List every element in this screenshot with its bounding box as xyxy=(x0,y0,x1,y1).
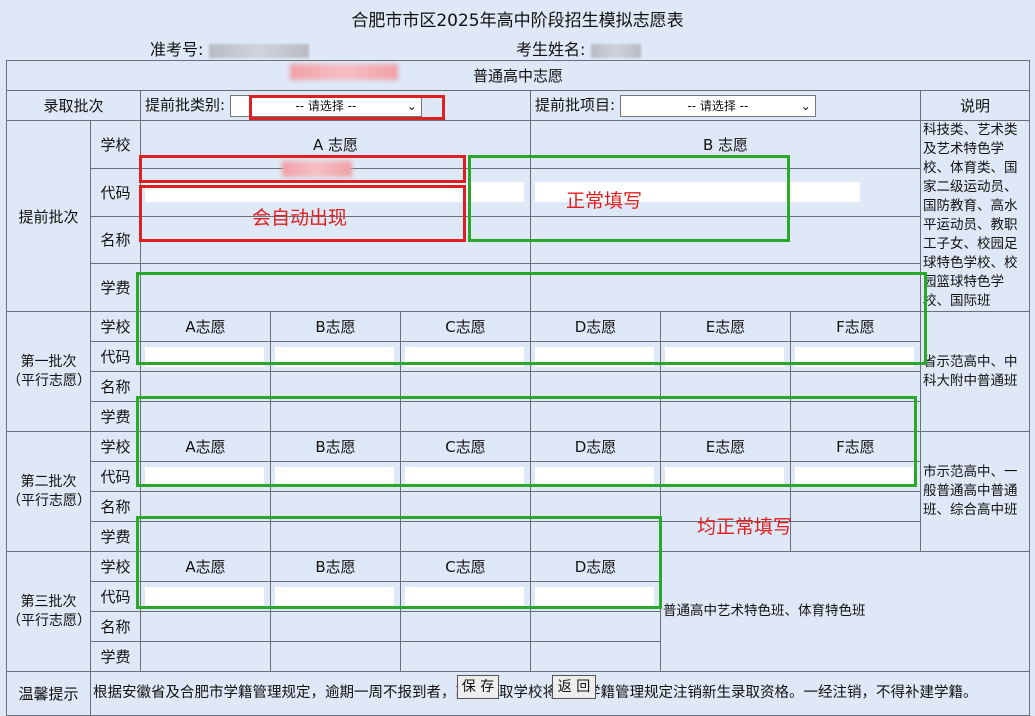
second-c-code-input[interactable] xyxy=(405,466,524,487)
second-a-code-input[interactable] xyxy=(145,466,264,487)
early-a-code-input[interactable] xyxy=(145,182,524,203)
first-d-code-input[interactable] xyxy=(535,346,654,367)
early-batch-note: 科技类、艺术类及艺术特色学校、体育类、国家二级运动员、国防教育、高水平运动员、教… xyxy=(919,120,1031,312)
redacted-text xyxy=(290,64,398,80)
third-a-code-input[interactable] xyxy=(145,586,264,607)
first-batch-note: 省示范高中、中科大附中普通班 xyxy=(919,311,1031,432)
first-e-code-input[interactable] xyxy=(665,346,784,367)
application-form: 普通高中志愿 录取批次 提前批类别: -- 请选择 -- ⌄ 提前批项目: -- … xyxy=(5,60,1031,716)
third-batch-label: 第三批次（平行志愿） xyxy=(6,551,91,672)
form-header: 普通高中志愿 xyxy=(5,60,1031,91)
annotation-all-normal: 均正常填写 xyxy=(697,516,793,538)
explain-header: 说明 xyxy=(919,90,1031,121)
early-choice-b-header: B 志愿 xyxy=(530,120,921,169)
early-b-fee xyxy=(530,263,921,312)
annotation-normal: 正常填写 xyxy=(566,190,643,212)
second-e-code-input[interactable] xyxy=(665,466,784,487)
early-item-label: 提前批项目: xyxy=(535,96,616,115)
back-button[interactable]: 返 回 xyxy=(552,675,596,699)
early-type-select[interactable]: -- 请选择 -- ⌄ xyxy=(229,94,422,117)
early-type-label: 提前批类别: xyxy=(145,96,226,115)
exam-number-redacted xyxy=(208,43,309,58)
second-f-code-input[interactable] xyxy=(795,466,914,487)
first-c-code-input[interactable] xyxy=(405,346,524,367)
student-name-redacted xyxy=(590,43,641,58)
batch-label: 录取批次 xyxy=(6,90,141,121)
tip-label: 温馨提示 xyxy=(6,671,91,716)
chevron-down-icon: ⌄ xyxy=(800,98,811,113)
early-item-select[interactable]: -- 请选择 -- ⌄ xyxy=(619,94,816,117)
third-b-code-input[interactable] xyxy=(275,586,394,607)
third-d-code-input[interactable] xyxy=(535,586,654,607)
save-button[interactable]: 保 存 xyxy=(457,675,499,699)
chevron-down-icon: ⌄ xyxy=(406,98,417,113)
third-c-code-input[interactable] xyxy=(405,586,524,607)
exam-number: 准考号: xyxy=(150,36,309,60)
first-a-code-input[interactable] xyxy=(145,346,264,367)
early-a-fee xyxy=(140,263,531,312)
second-batch-note: 市示范高中、一般普通高中普通班、综合高中班 xyxy=(919,431,1031,552)
page-title: 合肥市市区2025年高中阶段招生模拟志愿表 xyxy=(351,11,684,31)
second-b-code-input[interactable] xyxy=(275,466,394,487)
redacted-text xyxy=(282,161,352,177)
third-batch-note: 普通高中艺术特色班、体育特色班 xyxy=(659,551,1031,672)
student-name: 考生姓名: xyxy=(516,36,641,60)
second-batch-label: 第二批次（平行志愿） xyxy=(6,431,91,552)
early-b-name xyxy=(530,215,921,265)
second-d-code-input[interactable] xyxy=(535,466,654,487)
first-batch-label: 第一批次（平行志愿） xyxy=(6,311,91,432)
early-batch-label: 提前批次 xyxy=(6,120,91,312)
first-f-code-input[interactable] xyxy=(795,346,914,367)
annotation-auto: 会自动出现 xyxy=(252,207,348,229)
first-b-code-input[interactable] xyxy=(275,346,394,367)
